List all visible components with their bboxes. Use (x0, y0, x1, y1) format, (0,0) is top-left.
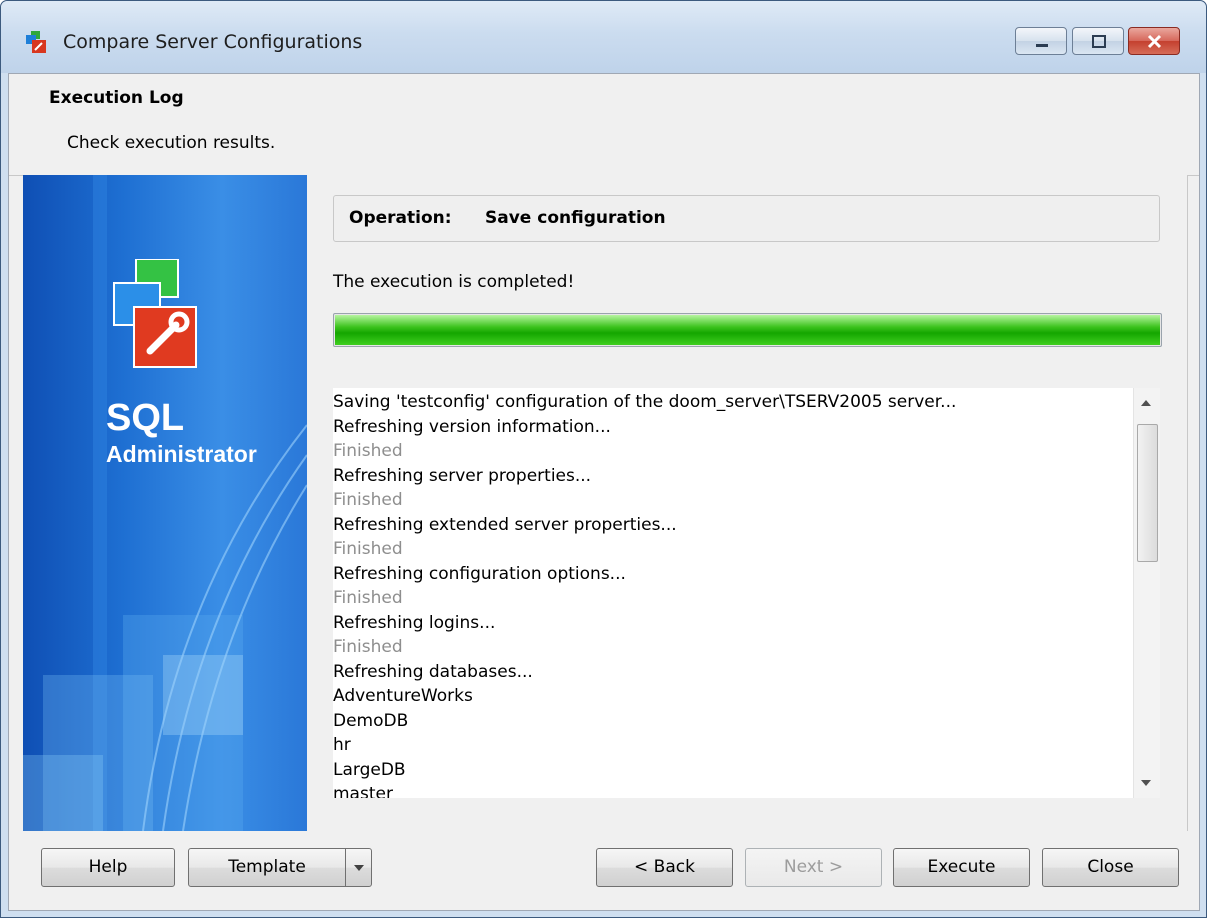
log-line: Refreshing server properties... (333, 465, 592, 486)
close-icon (1147, 34, 1162, 49)
log-line: Saving 'testconfig' configuration of the… (333, 392, 957, 412)
page-subtitle: Check execution results. (67, 133, 276, 153)
operation-value: Save configuration (485, 208, 666, 228)
title-bar[interactable]: Compare Server Configurations (1, 1, 1206, 73)
scroll-down-arrow-icon[interactable] (1141, 780, 1151, 786)
banner-product-line1: SQL (106, 397, 185, 439)
log-line: Refreshing databases... (333, 661, 533, 682)
scroll-up-arrow-icon[interactable] (1141, 400, 1151, 406)
operation-box: Operation: Save configuration (333, 195, 1160, 242)
log-line: Finished (333, 588, 403, 608)
log-line: master (333, 784, 393, 798)
execution-log[interactable]: Saving 'testconfig' configuration of the… (333, 388, 1160, 798)
log-line: AdventureWorks (333, 686, 473, 706)
log-line: Refreshing version information... (333, 416, 611, 437)
window-title: Compare Server Configurations (63, 31, 363, 53)
sql-administrator-logo-icon (113, 259, 197, 368)
operation-label: Operation: (349, 208, 452, 228)
app-icon (26, 31, 46, 53)
log-line: Finished (333, 637, 403, 657)
dialog-client: Execution Log Check execution results. S… (8, 73, 1200, 911)
dialog-window: Compare Server Configurations Execution … (0, 0, 1207, 918)
progress-bar (333, 313, 1162, 347)
minimize-button[interactable] (1015, 27, 1067, 55)
banner-product-line2: Administrator (106, 441, 257, 467)
close-window-button[interactable] (1128, 27, 1180, 55)
progress-fill (335, 315, 1160, 345)
template-dropdown-button[interactable] (345, 848, 372, 887)
next-button[interactable]: Next > (745, 848, 882, 887)
log-line: hr (333, 735, 351, 755)
maximize-button[interactable] (1072, 27, 1124, 55)
chevron-down-icon (354, 865, 364, 871)
log-line: Finished (333, 490, 403, 510)
back-button[interactable]: < Back (596, 848, 733, 887)
close-button[interactable]: Close (1042, 848, 1179, 887)
scroll-thumb[interactable] (1137, 424, 1158, 562)
log-line: Refreshing extended server properties... (333, 514, 677, 535)
log-line: Refreshing logins... (333, 612, 496, 633)
minimize-icon (1036, 44, 1048, 47)
log-line: DemoDB (333, 710, 409, 731)
execution-status: The execution is completed! (333, 272, 575, 292)
log-lines: Saving 'testconfig' configuration of the… (333, 390, 1133, 798)
log-line: Finished (333, 539, 403, 559)
help-button[interactable]: Help (41, 848, 175, 887)
log-line: LargeDB (333, 759, 406, 780)
log-scrollbar[interactable] (1133, 388, 1160, 798)
log-line: Refreshing configuration options... (333, 563, 626, 584)
maximize-icon (1092, 35, 1106, 48)
execution-panel: Operation: Save configuration The execut… (307, 175, 1188, 831)
template-button[interactable]: Template (188, 848, 346, 887)
product-banner: SQL Administrator (23, 175, 307, 831)
page-title: Execution Log (49, 88, 184, 108)
wizard-header: Execution Log Check execution results. (9, 74, 1199, 176)
execute-button[interactable]: Execute (893, 848, 1030, 887)
log-line: Finished (333, 441, 403, 461)
